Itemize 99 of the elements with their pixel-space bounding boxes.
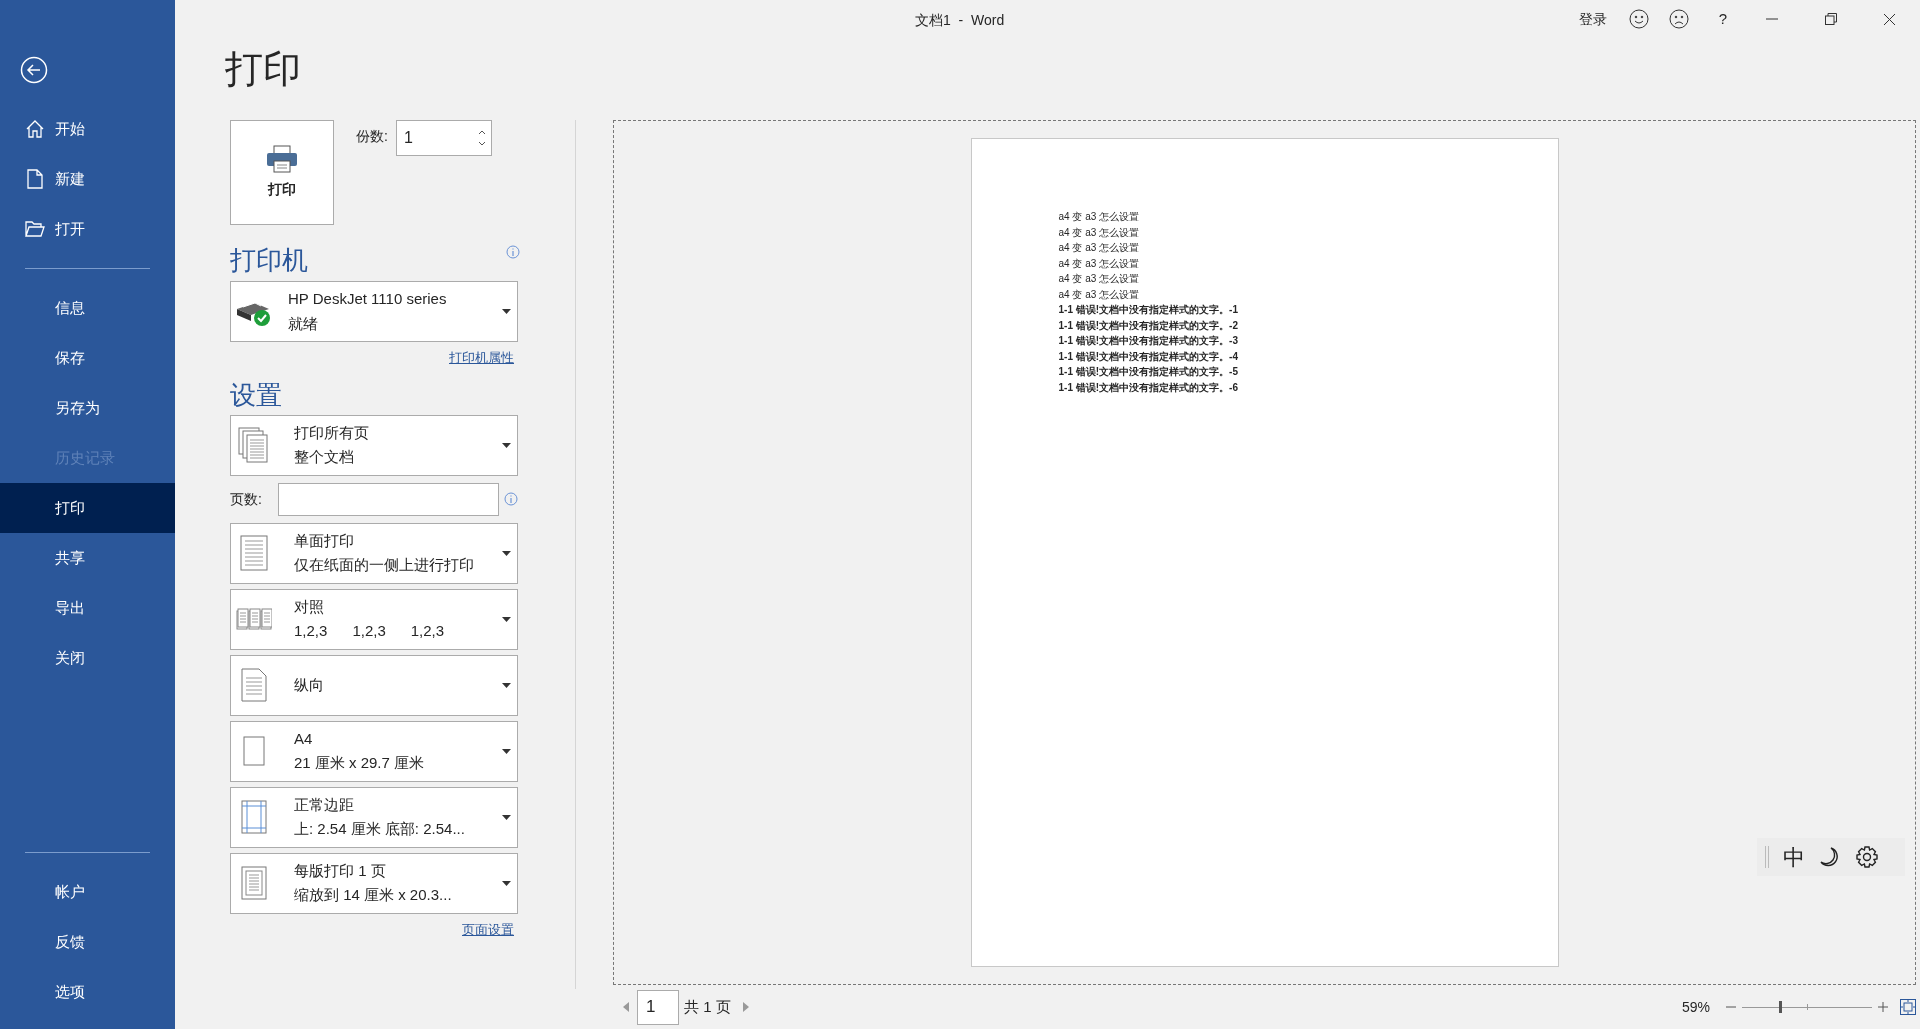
section-heading: 设置 (230, 379, 283, 410)
option-title: 每版打印 1 页 (294, 860, 387, 881)
option-detail: 21 厘米 x 29.7 厘米 (294, 753, 425, 773)
caret-icon (502, 616, 511, 622)
option-detail: 1,2,3 (294, 621, 328, 641)
pages-label: 页数: (230, 489, 263, 509)
printer-status: 就绪 (288, 313, 319, 334)
option-detail: 整个文档 (294, 447, 354, 467)
sidebar-item[interactable]: 新建 (0, 154, 175, 204)
smiley-icon[interactable] (1628, 9, 1649, 29)
caret-icon (502, 748, 511, 754)
document-line: 1-1 错误!文档中没有指定样式的文字。-5 (1058, 365, 1239, 379)
sidebar-item[interactable]: 选项 (0, 967, 175, 1017)
page-setup-link[interactable]: 页面设置 (462, 919, 514, 939)
caret-icon (502, 442, 511, 448)
document-line: a4 变 a3 怎么设置 (1058, 287, 1141, 302)
page-heading: 打印 (225, 47, 302, 92)
option-title: 打印所有页 (294, 422, 370, 443)
collated-pages-icon (235, 607, 272, 631)
home-icon (25, 119, 45, 139)
option-title: 单面打印 (294, 530, 355, 551)
sidebar-item[interactable]: 信息 (0, 283, 175, 333)
option-detail: 缩放到 14 厘米 x 20.3... (294, 885, 452, 905)
document-line: a4 变 a3 怎么设置 (1058, 256, 1141, 271)
option-title: 纵向 (294, 674, 325, 695)
caret-icon (502, 682, 511, 688)
sidebar-item[interactable]: 保存 (0, 333, 175, 383)
section-heading: 打印机 (230, 245, 308, 275)
document-line: 1-1 错误!文档中没有指定样式的文字。-6 (1058, 380, 1239, 395)
zoom-thumb[interactable] (1778, 1001, 1782, 1013)
settings-dropdown[interactable]: 单面打印 仅在纸面的一侧上进行打印 (230, 522, 518, 584)
window-title: 文档1 - Word (915, 11, 1005, 30)
printer-properties-link[interactable]: 打印机属性 (449, 348, 514, 368)
sidebar-item[interactable]: 开始 (0, 104, 175, 154)
caret-icon (502, 550, 511, 556)
sidebar-item[interactable]: 反馈 (0, 917, 175, 967)
settings-dropdown[interactable]: 纵向 (230, 654, 518, 716)
document-line: a4 变 a3 怎么设置 (1058, 210, 1141, 224)
fit-page-icon[interactable] (1900, 999, 1916, 1015)
page-number-field[interactable]: 1 (637, 989, 679, 1025)
document-line: 1-1 错误!文档中没有指定样式的文字。-4 (1058, 349, 1239, 364)
sidebar-item[interactable]: 另存为 (0, 383, 175, 433)
option-title: 正常边距 (294, 794, 355, 815)
copies-spinner[interactable]: 1 (395, 120, 492, 156)
settings-dropdown[interactable]: 对照 1,2,3 1,2,3 1,2,3 (230, 588, 518, 650)
settings-icon[interactable] (1855, 845, 1879, 869)
frown-icon[interactable] (1668, 9, 1689, 29)
sidebar-item[interactable]: 关闭 (0, 633, 175, 683)
sidebar-item[interactable]: 导出 (0, 583, 175, 633)
folder-icon (25, 221, 45, 237)
caret-icon (502, 814, 511, 820)
zoom-in-icon[interactable] (1878, 1002, 1888, 1012)
option-detail: 1,2,3 (410, 621, 445, 641)
printer-name: HP DeskJet 1110 series (288, 289, 448, 309)
option-title: A4 (294, 728, 314, 749)
pages-icon (237, 427, 270, 463)
zoom-percentage: 59% (1681, 997, 1710, 1017)
sidebar-item[interactable]: 共享 (0, 533, 175, 583)
margins-icon (240, 800, 267, 834)
sign-in-link[interactable]: 登录 (1578, 8, 1607, 30)
back-button[interactable] (20, 56, 48, 84)
settings-dropdown[interactable]: 正常边距 上: 2.54 厘米 底部: 2.54... (230, 786, 518, 848)
moon-icon[interactable] (1819, 846, 1841, 868)
page-icon (239, 535, 268, 571)
document-line: a4 变 a3 怎么设置 (1058, 225, 1141, 240)
close-icon[interactable] (1883, 12, 1896, 26)
sidebar-item[interactable]: 打印 (0, 483, 175, 533)
portrait-page-icon (240, 668, 267, 702)
ime-mode-button[interactable]: 中 (1783, 840, 1805, 874)
info-icon (504, 492, 518, 506)
document-icon (27, 169, 43, 189)
settings-dropdown[interactable]: 打印所有页 整个文档 (230, 414, 518, 476)
sidebar-item[interactable]: 打开 (0, 204, 175, 254)
restore-icon[interactable] (1825, 13, 1837, 25)
help-button[interactable]: ? (1718, 7, 1727, 31)
copies-label: 份数: (356, 127, 388, 146)
printer-icon (266, 145, 298, 173)
document-line: 1-1 错误!文档中没有指定样式的文字。-1 (1058, 303, 1239, 317)
sidebar-item[interactable]: 帐户 (0, 867, 175, 917)
document-line: a4 变 a3 怎么设置 (1058, 241, 1141, 255)
info-icon (506, 245, 520, 259)
settings-dropdown[interactable]: 每版打印 1 页 缩放到 14 厘米 x 20.3... (230, 852, 518, 914)
document-line: a4 变 a3 怎么设置 (1058, 272, 1141, 286)
caret-icon (502, 880, 511, 886)
option-detail: 上: 2.54 厘米 底部: 2.54... (294, 819, 465, 839)
pages-field[interactable] (278, 482, 499, 516)
option-detail: 仅在纸面的一侧上进行打印 (294, 555, 474, 575)
document-line: 1-1 错误!文档中没有指定样式的文字。-2 (1058, 318, 1239, 333)
option-title: 对照 (294, 596, 325, 617)
page-icon (240, 866, 267, 900)
caret-icon (502, 309, 511, 314)
paper-icon (242, 736, 265, 766)
option-detail: 1,2,3 (352, 621, 386, 641)
settings-dropdown[interactable]: A4 21 厘米 x 29.7 厘米 (230, 720, 518, 782)
print-button[interactable]: 打印 (230, 120, 334, 225)
page-count: 共 1 页 (684, 996, 731, 1017)
document-line: 1-1 错误!文档中没有指定样式的文字。-3 (1058, 334, 1239, 348)
printer-dropdown[interactable]: HP DeskJet 1110 series 就绪 (230, 281, 518, 342)
zoom-slider[interactable] (1742, 1001, 1872, 1013)
